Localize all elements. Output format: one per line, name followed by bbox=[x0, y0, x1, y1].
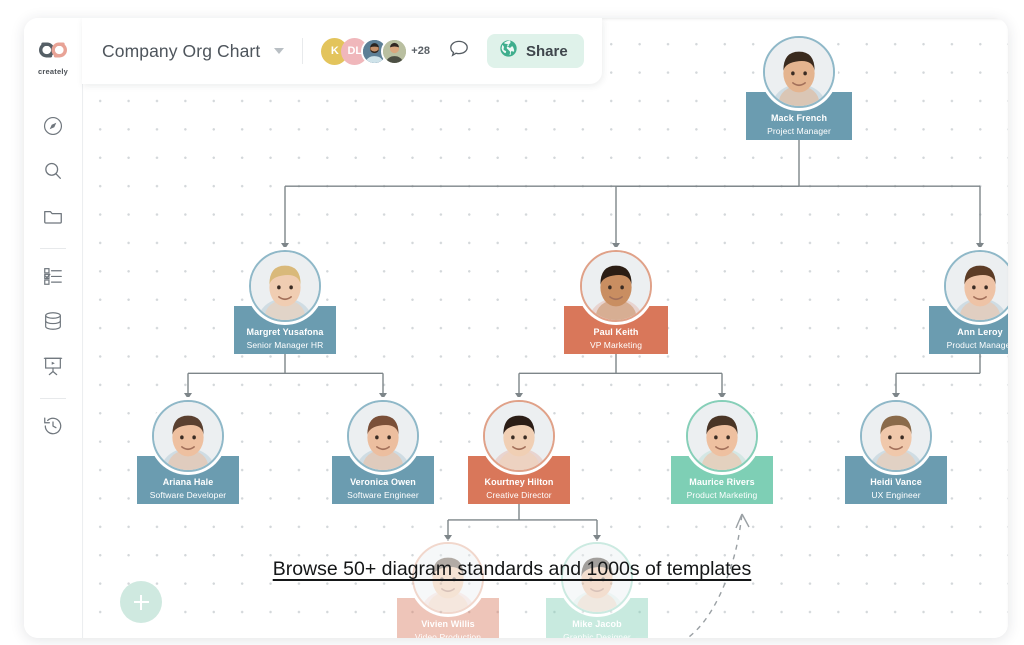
toolbar-divider bbox=[302, 38, 304, 64]
sidebar-nav bbox=[24, 106, 82, 451]
add-shape-button[interactable] bbox=[120, 581, 162, 623]
connector-arrowhead bbox=[515, 393, 523, 399]
org-node-name: Margret Yusafona bbox=[246, 327, 324, 337]
chevron-down-icon[interactable] bbox=[274, 48, 285, 54]
org-node-avatar[interactable] bbox=[347, 400, 419, 472]
connector-arrowhead bbox=[281, 243, 289, 249]
org-node-role: Software Developer bbox=[149, 490, 227, 500]
app-frame: Mack French Project Manager Margret Yusa… bbox=[24, 18, 1008, 638]
checklist-icon bbox=[42, 265, 64, 292]
sidebar-divider-1 bbox=[40, 248, 66, 249]
org-node-role: Senior Manager HR bbox=[246, 340, 324, 350]
history-clock-icon bbox=[42, 415, 64, 442]
org-node-name: Mike Jacob bbox=[572, 619, 622, 629]
sidebar-item-history[interactable] bbox=[24, 406, 82, 451]
creately-infinity-logo-icon bbox=[34, 40, 72, 65]
org-node-role: Product Marketing bbox=[686, 490, 758, 500]
org-node-name: Veronica Owen bbox=[350, 477, 416, 487]
globe-icon bbox=[499, 39, 518, 63]
org-node-name: Vivien Willis bbox=[421, 619, 475, 629]
org-node-role: Project Manager bbox=[767, 126, 831, 136]
org-node-role: VP Marketing bbox=[589, 340, 643, 350]
diagram-canvas[interactable]: Mack French Project Manager Margret Yusa… bbox=[82, 18, 1008, 638]
connector-arrowhead bbox=[718, 393, 726, 399]
sidebar-item-data[interactable] bbox=[24, 301, 82, 346]
org-node-role: Product Manager bbox=[946, 340, 1008, 350]
org-node-role: Graphic Designer bbox=[563, 632, 631, 638]
promo-banner: Browse 50+ diagram standards and 1000s o… bbox=[0, 558, 1024, 581]
search-icon bbox=[42, 160, 64, 187]
org-node-name: Heidi Vance bbox=[870, 477, 922, 487]
connector-arrowhead bbox=[593, 535, 601, 541]
org-node-name: Ariana Hale bbox=[162, 477, 214, 487]
collaborator-overflow-count[interactable]: +28 bbox=[411, 45, 430, 57]
org-node-avatar[interactable] bbox=[483, 400, 555, 472]
database-icon bbox=[42, 310, 64, 337]
collaborator-avatars[interactable]: K DL +28 bbox=[321, 37, 430, 65]
share-label: Share bbox=[525, 42, 568, 60]
creately-wordmark: creately bbox=[38, 67, 68, 76]
share-button[interactable]: Share bbox=[486, 34, 584, 68]
creately-app: Mack French Project Manager Margret Yusa… bbox=[0, 0, 1024, 645]
sidebar-item-explore[interactable] bbox=[24, 106, 82, 151]
connector-arrowhead bbox=[892, 393, 900, 399]
promo-text[interactable]: Browse 50+ diagram standards and 1000s o… bbox=[273, 558, 752, 580]
org-node-role: Video Production bbox=[414, 632, 482, 638]
sidebar-item-search[interactable] bbox=[24, 151, 82, 196]
org-node-role: UX Engineer bbox=[871, 490, 921, 500]
org-node-role: Creative Director bbox=[486, 490, 552, 500]
org-node-name: Kourtney Hilton bbox=[484, 477, 554, 487]
connector-arrowhead bbox=[612, 243, 620, 249]
connector-arrowhead bbox=[444, 535, 452, 541]
org-node-name: Paul Keith bbox=[593, 327, 639, 337]
connector-arrowhead bbox=[976, 243, 984, 249]
avatar[interactable] bbox=[381, 37, 409, 65]
creately-logo[interactable]: creately bbox=[24, 40, 82, 86]
org-node-avatar[interactable] bbox=[944, 250, 1008, 322]
org-node-name: Ann Leroy bbox=[957, 327, 1003, 337]
org-chart-connectors bbox=[184, 140, 984, 541]
presentation-icon bbox=[42, 355, 64, 382]
org-node-avatar[interactable] bbox=[249, 250, 321, 322]
comment-bubble-icon bbox=[447, 37, 471, 66]
sidebar-divider-2 bbox=[40, 398, 66, 399]
org-node-avatar[interactable] bbox=[152, 400, 224, 472]
compass-icon bbox=[42, 115, 64, 142]
sidebar-item-folders[interactable] bbox=[24, 196, 82, 241]
folder-icon bbox=[42, 205, 64, 232]
document-title[interactable]: Company Org Chart bbox=[102, 41, 260, 62]
org-node-avatar[interactable] bbox=[860, 400, 932, 472]
org-node-name: Maurice Rivers bbox=[689, 477, 755, 487]
org-node-role: Software Engineer bbox=[347, 490, 419, 500]
comment-button[interactable] bbox=[447, 37, 471, 66]
left-sidebar: creately bbox=[24, 18, 83, 638]
top-toolbar: Company Org Chart K DL +28 Share bbox=[82, 18, 602, 84]
org-node-name: Mack French bbox=[770, 113, 828, 123]
connector-arrowhead bbox=[379, 393, 387, 399]
org-node-avatar[interactable] bbox=[686, 400, 758, 472]
sidebar-item-present[interactable] bbox=[24, 346, 82, 391]
connector-arrowhead bbox=[184, 393, 192, 399]
sidebar-item-tasks[interactable] bbox=[24, 256, 82, 301]
org-node-avatar[interactable] bbox=[580, 250, 652, 322]
org-node-avatar[interactable] bbox=[763, 36, 835, 108]
